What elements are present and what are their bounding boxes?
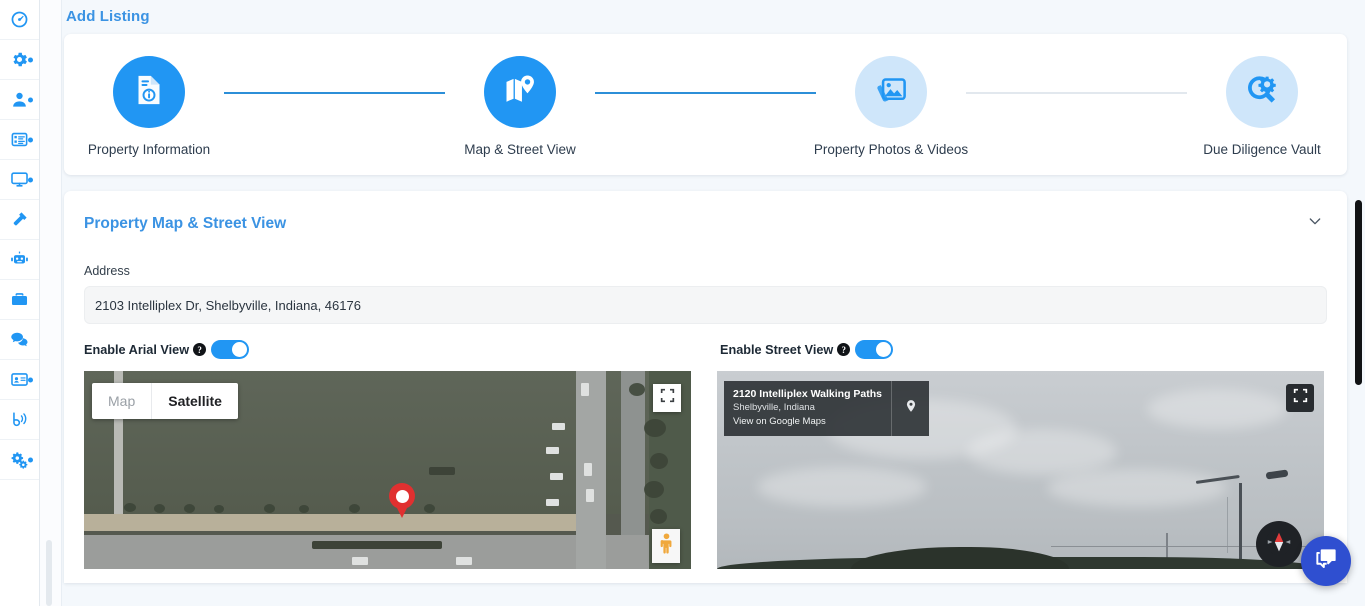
pegman-control[interactable] <box>652 529 680 563</box>
street-view-compass[interactable] <box>1256 521 1302 567</box>
step-label: Map & Street View <box>464 142 576 157</box>
step-property-information[interactable]: Property Information <box>74 56 224 157</box>
step-circle <box>484 56 556 128</box>
card-header: Property Map & Street View <box>84 209 1327 238</box>
toggle-knob <box>876 342 892 357</box>
step-label: Due Diligence Vault <box>1203 142 1321 157</box>
sidebar-item-broadcast[interactable] <box>0 400 39 440</box>
street-view-title: 2120 Intelliplex Walking Paths <box>733 388 882 400</box>
enable-arial-view-group: Enable Arial View ? <box>84 340 720 359</box>
enable-street-view-group: Enable Street View ? <box>720 340 894 359</box>
gauge-icon <box>10 10 29 29</box>
broadcast-icon <box>10 410 29 429</box>
toggles-row: Enable Arial View ? Enable Street View ? <box>84 340 1327 359</box>
robot-icon <box>10 250 29 269</box>
satellite-map-pane[interactable]: Map Satellite <box>84 371 691 569</box>
document-info-icon <box>131 72 167 113</box>
step-label: Property Information <box>87 142 211 157</box>
street-view-fullscreen-button[interactable] <box>1286 384 1314 412</box>
map-type-satellite-button[interactable]: Satellite <box>151 383 238 419</box>
location-pin-icon <box>904 397 918 420</box>
app-root: Add Listing Property Information Map & S… <box>0 0 1365 606</box>
street-view-info-text: 2120 Intelliplex Walking Paths Shelbyvil… <box>724 381 891 436</box>
property-map-street-view-card: Property Map & Street View Address Enabl… <box>64 191 1347 583</box>
street-view-pane[interactable]: 2120 Intelliplex Walking Paths Shelbyvil… <box>717 371 1324 569</box>
step-circle <box>1226 56 1298 128</box>
street-view-pin-button[interactable] <box>891 381 929 436</box>
enable-street-view-toggle[interactable] <box>855 340 894 359</box>
sidebar-item-dashboard[interactable] <box>0 0 39 40</box>
step-property-photos-videos[interactable]: Property Photos & Videos <box>813 56 969 157</box>
sidebar-dot <box>28 177 33 182</box>
photos-icon <box>874 73 908 112</box>
secondary-panel <box>40 0 62 606</box>
sidebar-item-tools[interactable] <box>0 200 39 240</box>
map-panes: Map Satellite 2120 Intelliplex Walking P… <box>84 371 1327 569</box>
step-due-diligence-vault[interactable]: Due Diligence Vault <box>1187 56 1337 157</box>
card-title: Property Map & Street View <box>84 214 287 232</box>
chat-widget-button[interactable] <box>1301 536 1351 586</box>
monitor-icon <box>10 170 29 189</box>
gears-icon <box>10 450 29 469</box>
step-label: Property Photos & Videos <box>813 142 969 157</box>
enable-arial-view-label: Enable Arial View <box>84 342 190 357</box>
list-icon <box>10 130 29 149</box>
sidebar-item-settings[interactable] <box>0 40 39 80</box>
sidebar-item-messages[interactable] <box>0 320 39 360</box>
chat-icon <box>10 330 29 349</box>
view-on-google-maps-link[interactable]: View on Google Maps <box>733 415 882 429</box>
enable-street-view-label: Enable Street View <box>720 342 834 357</box>
map-marker-icon <box>389 483 415 518</box>
sidebar-dot <box>28 377 33 382</box>
briefcase-icon <box>10 290 29 309</box>
secondary-panel-scrollbar[interactable] <box>46 540 52 606</box>
chat-bubble-icon <box>1313 546 1339 577</box>
pegman-icon <box>659 532 674 560</box>
address-label: Address <box>84 264 130 278</box>
sidebar-dot <box>28 137 33 142</box>
sidebar-item-automation[interactable] <box>0 240 39 280</box>
sidebar-dot <box>28 57 33 62</box>
gear-icon <box>10 50 29 69</box>
map-fullscreen-button[interactable] <box>653 384 681 412</box>
fullscreen-icon <box>660 388 675 408</box>
icon-sidebar <box>0 0 40 606</box>
main-content: Add Listing Property Information Map & S… <box>62 0 1365 606</box>
sidebar-dot <box>28 457 33 462</box>
street-view-subtitle: Shelbyville, Indiana <box>733 402 815 413</box>
toggle-knob <box>232 342 248 357</box>
street-view-info-box: 2120 Intelliplex Walking Paths Shelbyvil… <box>724 381 929 436</box>
map-type-map-button[interactable]: Map <box>92 383 151 419</box>
compass-icon <box>1264 527 1294 562</box>
id-card-icon <box>10 370 29 389</box>
sidebar-item-users[interactable] <box>0 80 39 120</box>
enable-arial-view-toggle[interactable] <box>211 340 250 359</box>
user-icon <box>10 90 29 109</box>
step-circle <box>113 56 185 128</box>
sidebar-item-contacts[interactable] <box>0 360 39 400</box>
map-type-switcher: Map Satellite <box>92 383 238 419</box>
question-mark-icon[interactable]: ? <box>193 343 207 356</box>
page-title: Add Listing <box>66 8 150 25</box>
sidebar-item-monitor[interactable] <box>0 160 39 200</box>
chevron-down-icon[interactable] <box>1303 209 1327 238</box>
sidebar-item-advanced-settings[interactable] <box>0 440 39 480</box>
step-connector-3 <box>966 92 1187 94</box>
step-map-street-view[interactable]: Map & Street View <box>445 56 595 157</box>
stepper: Property Information Map & Street View P… <box>74 56 1337 157</box>
step-connector-1 <box>224 92 445 94</box>
fullscreen-icon <box>1293 388 1308 408</box>
hammer-icon <box>10 210 29 229</box>
step-circle <box>855 56 927 128</box>
question-mark-icon[interactable]: ? <box>837 343 851 356</box>
map-pin-icon <box>502 72 538 113</box>
address-input[interactable] <box>84 286 1327 324</box>
stepper-card: Property Information Map & Street View P… <box>64 34 1347 175</box>
sidebar-dot <box>28 97 33 102</box>
sidebar-item-briefcase[interactable] <box>0 280 39 320</box>
step-connector-2 <box>595 92 816 94</box>
page-scrollbar[interactable] <box>1355 200 1362 385</box>
search-gear-icon <box>1245 73 1279 112</box>
sidebar-item-listings[interactable] <box>0 120 39 160</box>
